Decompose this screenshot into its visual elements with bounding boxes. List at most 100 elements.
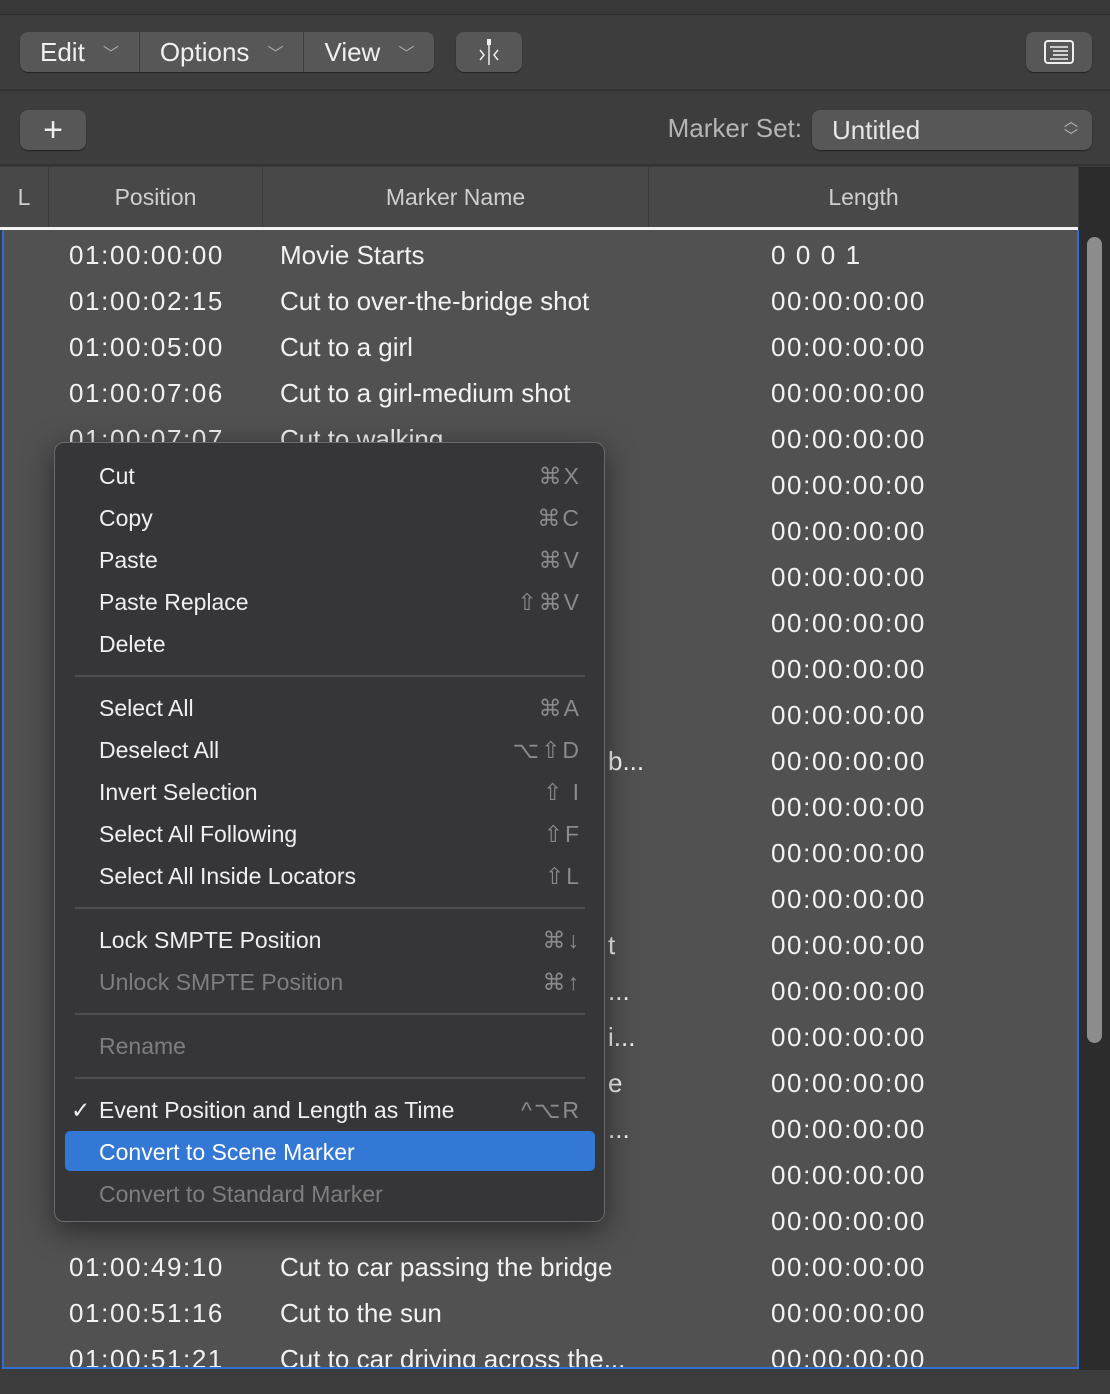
length-cell: 0 0 0 1 — [771, 240, 862, 270]
length-cell: 00:00:00:00 — [771, 1252, 926, 1282]
position-cell: 01:00:51:21 — [69, 1344, 224, 1369]
table-row[interactable]: 01:00:07:06 Cut to a girl-medium shot 00:0… — [4, 372, 1077, 418]
table-row[interactable]: 01:00:05:00 Cut to a girl 00:00:00:00 — [4, 326, 1077, 372]
table-row[interactable]: 01:00:51:21 Cut to car driving across the… — [4, 1338, 1077, 1369]
catch-playhead-button[interactable] — [456, 32, 522, 72]
menu-item-copy[interactable]: Copy ⌘C — [65, 497, 595, 537]
menu-item-label: Rename — [99, 1033, 186, 1059]
length-cell: 00:00:00:00 — [771, 700, 926, 730]
column-lock[interactable]: L — [0, 167, 49, 227]
menu-item-delete[interactable]: Delete — [65, 623, 595, 663]
marker-name-fragment: e — [608, 1068, 623, 1098]
options-menu-button[interactable]: Options ﹀ — [140, 32, 305, 72]
position-cell: 01:00:02:15 — [69, 286, 224, 316]
marker-name-cell: Movie Starts — [280, 240, 425, 270]
chevron-down-icon: ﹀ — [267, 46, 284, 63]
position-cell: 01:00:00:00 — [69, 240, 224, 270]
length-cell: 00:00:00:00 — [771, 1206, 926, 1236]
menu-item-label: Copy — [99, 505, 153, 531]
shortcut-label: ⇧ I — [542, 779, 581, 805]
length-cell: 00:00:00:00 — [771, 562, 926, 592]
length-cell: 00:00:00:00 — [771, 746, 926, 776]
column-length[interactable]: Length — [649, 167, 1078, 227]
menu-item-label: Select All Inside Locators — [99, 863, 356, 889]
menu-item-label: Unlock SMPTE Position — [99, 969, 344, 995]
menu-item-lock-smpte-position[interactable]: Lock SMPTE Position ⌘↓ — [65, 919, 595, 959]
up-down-chevron-icon: ︿ ﹀ — [1064, 113, 1078, 144]
marker-set-bar: + Marker Set: Untitled ︿ ﹀ — [0, 93, 1110, 166]
menu-separator — [75, 1077, 585, 1079]
menu-item-event-position-and-length-as-time[interactable]: ✓ Event Position and Length as Time ^⌥R — [65, 1089, 595, 1129]
shortcut-label: ⌥⇧D — [512, 737, 581, 763]
menu-item-cut[interactable]: Cut ⌘X — [65, 455, 595, 495]
playhead-catch-icon — [479, 39, 499, 65]
menu-item-rename: Rename — [65, 1025, 595, 1065]
marker-name-fragment: t — [608, 930, 616, 960]
marker-set-label: Marker Set: — [667, 113, 802, 143]
shortcut-label: ⌘V — [538, 547, 581, 573]
position-cell: 01:00:07:06 — [69, 378, 224, 408]
menu-item-label: Convert to Scene Marker — [99, 1139, 355, 1165]
add-marker-button[interactable]: + — [20, 110, 86, 150]
length-cell: 00:00:00:00 — [771, 1344, 926, 1369]
menu-item-convert-to-scene-marker[interactable]: Convert to Scene Marker — [65, 1131, 595, 1171]
menu-item-select-all-following[interactable]: Select All Following ⇧F — [65, 813, 595, 853]
shortcut-label: ⇧F — [543, 821, 581, 847]
menu-separator — [75, 1013, 585, 1015]
menu-item-paste[interactable]: Paste ⌘V — [65, 539, 595, 579]
column-position[interactable]: Position — [49, 167, 263, 227]
shortcut-label: ⌘X — [538, 463, 581, 489]
view-menu-button[interactable]: View ﹀ — [304, 32, 434, 72]
marker-name-cell: Cut to a girl — [280, 332, 413, 362]
menu-separator — [75, 907, 585, 909]
marker-name-fragment: ... — [608, 976, 630, 1006]
chevron-down-icon: ﹀ — [102, 46, 119, 63]
shortcut-label: ⌘↓ — [542, 927, 581, 953]
length-cell: 00:00:00:00 — [771, 792, 926, 822]
table-row[interactable]: 01:00:00:00 Movie Starts 0 0 0 1 — [4, 234, 1077, 280]
length-cell: 00:00:00:00 — [771, 608, 926, 638]
position-cell: 01:00:05:00 — [69, 332, 224, 362]
length-cell: 00:00:00:00 — [771, 654, 926, 684]
position-cell: 01:00:49:10 — [69, 1252, 224, 1282]
toolbar: Edit ﹀ Options ﹀ View ﹀ — [0, 16, 1110, 91]
list-view-button[interactable] — [1026, 32, 1092, 72]
menu-item-label: Paste — [99, 547, 158, 573]
length-cell: 00:00:00:00 — [771, 884, 926, 914]
menu-item-label: Lock SMPTE Position — [99, 927, 322, 953]
marker-name-cell: Cut to car passing the bridge — [280, 1252, 613, 1282]
menu-item-select-all-inside-locators[interactable]: Select All Inside Locators ⇧L — [65, 855, 595, 895]
title-strip — [0, 0, 1110, 15]
length-cell: 00:00:00:00 — [771, 838, 926, 868]
menu-item-invert-selection[interactable]: Invert Selection ⇧ I — [65, 771, 595, 811]
edit-menu-button[interactable]: Edit ﹀ — [20, 32, 140, 72]
length-cell: 00:00:00:00 — [771, 332, 926, 362]
menu-item-label: Delete — [99, 631, 166, 657]
length-cell: 00:00:00:00 — [771, 1022, 926, 1052]
position-cell: 01:00:51:16 — [69, 1298, 224, 1328]
marker-name-fragment: ... — [608, 1114, 630, 1144]
marker-name-fragment: i... — [608, 1022, 636, 1052]
column-marker-name[interactable]: Marker Name — [263, 167, 649, 227]
table-row[interactable]: 01:00:49:10 Cut to car passing the bridge… — [4, 1246, 1077, 1292]
marker-name-cell: Cut to a girl-medium shot — [280, 378, 571, 408]
length-cell: 00:00:00:00 — [771, 976, 926, 1006]
length-cell: 00:00:00:00 — [771, 1160, 926, 1190]
table-row[interactable]: 01:00:51:16 Cut to the sun 00:00:00:00 — [4, 1292, 1077, 1338]
table-row[interactable]: 01:00:02:15 Cut to over-the-bridge shot 00… — [4, 280, 1077, 326]
menu-item-select-all[interactable]: Select All ⌘A — [65, 687, 595, 727]
chevron-down-icon: ﹀ — [398, 46, 415, 63]
marker-set-select[interactable]: Untitled ︿ ﹀ — [812, 110, 1092, 150]
scrollbar-thumb[interactable] — [1087, 237, 1102, 1043]
length-cell: 00:00:00:00 — [771, 1114, 926, 1144]
vertical-scrollbar[interactable] — [1079, 167, 1110, 1370]
menu-item-label: Convert to Standard Marker — [99, 1181, 383, 1207]
length-cell: 00:00:00:00 — [771, 1068, 926, 1098]
shortcut-label: ⇧⌘V — [517, 589, 581, 615]
menu-item-paste-replace[interactable]: Paste Replace ⇧⌘V — [65, 581, 595, 621]
menu-item-deselect-all[interactable]: Deselect All ⌥⇧D — [65, 729, 595, 769]
bottom-strip — [0, 1370, 1110, 1394]
shortcut-label: ⌘↑ — [542, 969, 581, 995]
length-cell: 00:00:00:00 — [771, 516, 926, 546]
marker-name-fragment: b... — [608, 746, 645, 776]
